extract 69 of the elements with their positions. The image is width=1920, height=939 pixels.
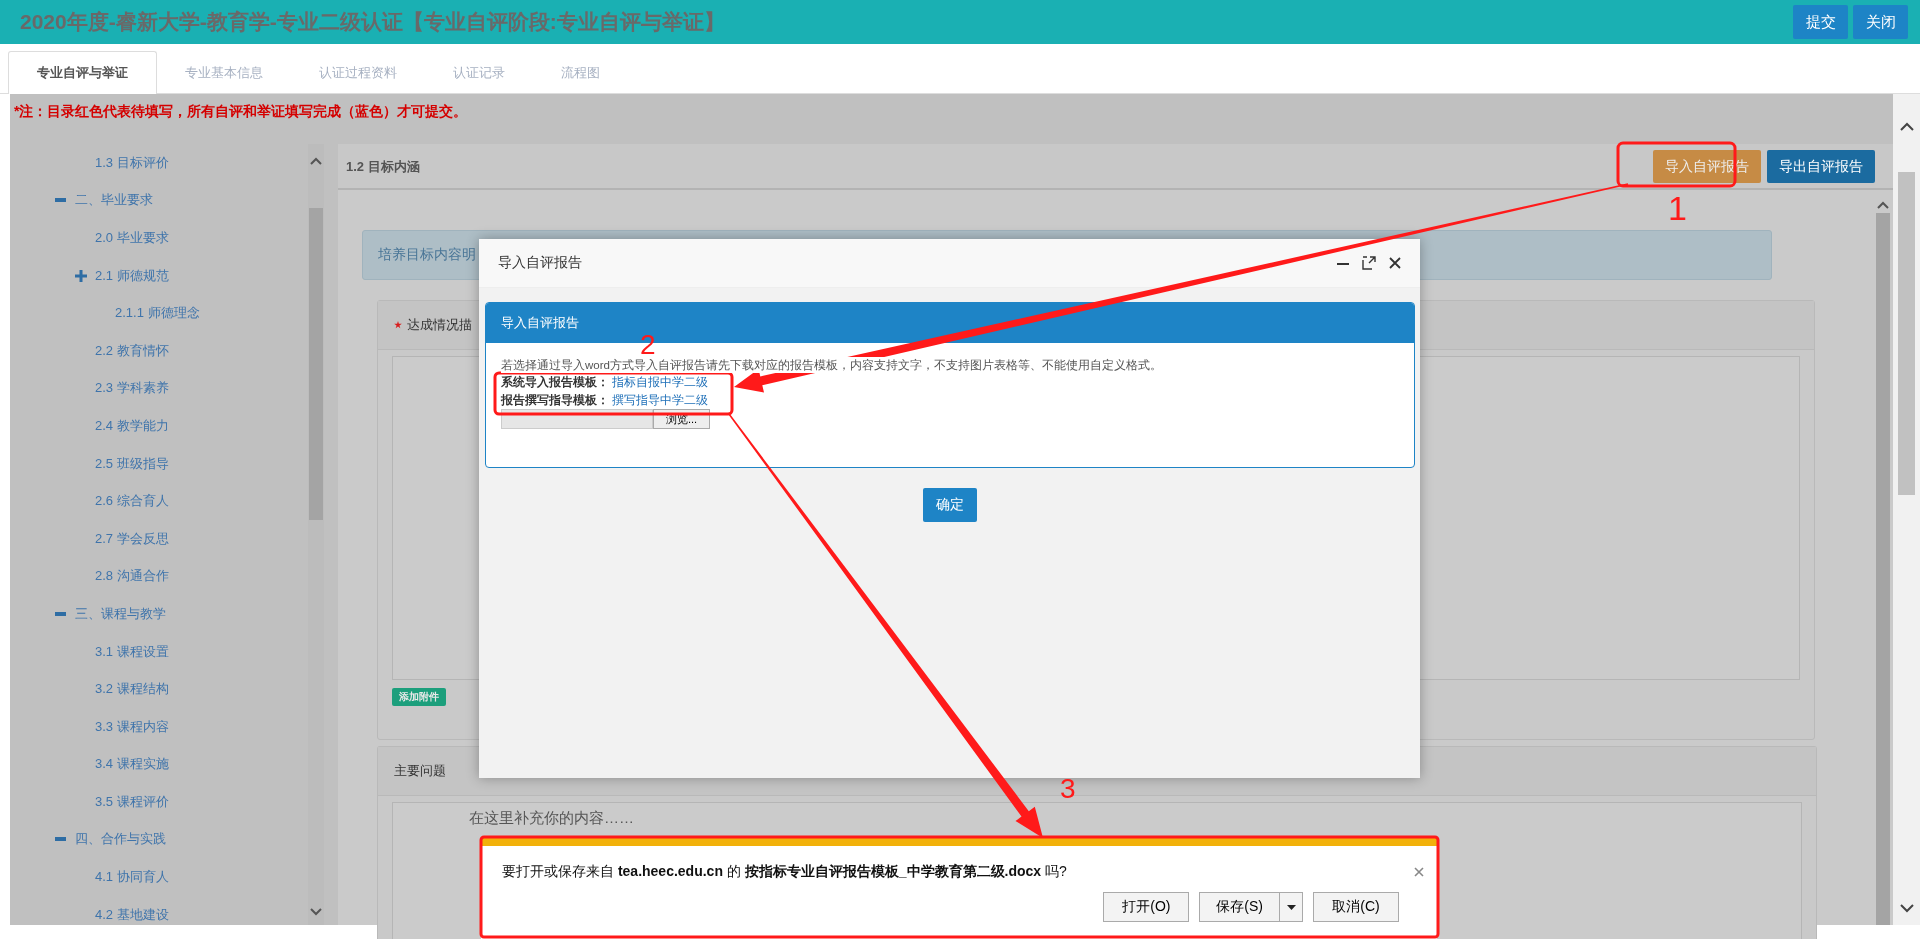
- tab[interactable]: 认证记录: [425, 51, 533, 94]
- tab[interactable]: 认证过程资料: [291, 51, 425, 94]
- maximize-icon[interactable]: [1362, 256, 1376, 270]
- tree-item[interactable]: 2.7 学会反思: [95, 529, 169, 548]
- close-icon[interactable]: [1388, 256, 1402, 270]
- tree-item[interactable]: 2.0 毕业要求: [95, 229, 169, 247]
- dialog-button[interactable]: 保存(S): [1199, 892, 1280, 922]
- tree-item[interactable]: 3.1 课程设置: [95, 642, 169, 661]
- dropdown-button[interactable]: [1280, 892, 1303, 922]
- tree-item[interactable]: 2.3 学科素养: [95, 379, 169, 398]
- tab[interactable]: 流程图: [533, 51, 628, 94]
- tree-item[interactable]: 2.8 沟通合作: [95, 567, 169, 586]
- scroll-thumb[interactable]: [1898, 172, 1915, 495]
- page-title: 2020年度-睿新大学-教育学-专业二级认证【专业自评阶段:专业自评与举证】: [20, 9, 725, 35]
- collapse-icon[interactable]: [55, 611, 66, 616]
- scroll-up-icon[interactable]: [309, 156, 323, 166]
- tree-item[interactable]: 2.1 师德规范: [95, 266, 169, 285]
- scroll-down-icon[interactable]: [1898, 903, 1915, 915]
- tree-item[interactable]: 二、毕业要求: [75, 191, 153, 210]
- section-title: 1.2 目标内涵: [346, 157, 420, 176]
- scrollbar[interactable]: [1893, 94, 1920, 925]
- tree-item[interactable]: 4.2 基地建设: [95, 905, 169, 924]
- notice-text: *注：目录红色代表待填写，所有自评和举证填写完成（蓝色）才可提交。: [13, 102, 469, 121]
- confirm-button[interactable]: 确定: [923, 488, 977, 522]
- action-button[interactable]: 导入自评报告: [1653, 150, 1761, 183]
- scroll-up-icon[interactable]: [1898, 120, 1915, 132]
- tree-item[interactable]: 3.4 课程实施: [95, 755, 169, 774]
- template-link[interactable]: 撰写指导中学二级: [612, 394, 709, 406]
- dialog-button[interactable]: 打开(O): [1103, 892, 1190, 922]
- dialog-button[interactable]: 取消(C): [1313, 892, 1399, 922]
- tree-item[interactable]: 3.2 课程结构: [95, 680, 169, 699]
- scroll-up-icon[interactable]: [1876, 200, 1890, 210]
- annotation-number: 1: [1668, 189, 1687, 227]
- collapse-icon[interactable]: [55, 198, 66, 203]
- tree-item[interactable]: 3.5 课程评价: [95, 792, 169, 811]
- dialog-title: 导入自评报告: [498, 254, 582, 272]
- template-label: 系统导入报告模板：: [501, 376, 609, 388]
- tree-item[interactable]: 2.1.1 师德理念: [115, 304, 200, 323]
- expand-icon[interactable]: [75, 269, 87, 282]
- header-button[interactable]: 提交: [1793, 5, 1848, 39]
- tab[interactable]: 专业自评与举证: [8, 51, 157, 94]
- tab[interactable]: 专业基本信息: [157, 51, 291, 94]
- tree-item[interactable]: 2.5 班级指导: [95, 454, 169, 473]
- tree-item[interactable]: 三、课程与教学: [75, 604, 166, 623]
- tree-item[interactable]: 2.4 教学能力: [95, 416, 169, 435]
- scroll-thumb[interactable]: [1876, 213, 1890, 925]
- tree-item[interactable]: 四、合作与实践: [75, 830, 166, 849]
- tree-item[interactable]: 2.6 综合育人: [95, 492, 169, 511]
- scroll-down-icon[interactable]: [309, 907, 323, 917]
- download-message: 要打开或保存来自 tea.heec.edu.cn 的 按指标专业自评报告模板_中学教育第二级.docx 吗?: [502, 863, 1067, 881]
- card-title: 达成情况描: [407, 316, 472, 334]
- attach-button[interactable]: 添加附件: [392, 688, 446, 706]
- tree-item[interactable]: 1.3 目标评价: [95, 153, 169, 172]
- action-button[interactable]: 导出自评报告: [1767, 150, 1875, 183]
- scroll-thumb[interactable]: [309, 208, 323, 520]
- annotation-number: 3: [1060, 773, 1076, 804]
- template-label: 报告撰写指导模板：: [501, 394, 609, 406]
- tree-item[interactable]: 4.1 协同育人: [95, 868, 169, 887]
- tree-item[interactable]: 3.3 课程内容: [95, 717, 169, 736]
- card-title: 主要问题: [394, 762, 446, 780]
- panel-title: 导入自评报告: [501, 314, 579, 332]
- info-text: 培养目标内容明: [378, 246, 476, 264]
- template-link[interactable]: 指标自报中学二级: [612, 376, 709, 388]
- caret-icon: [1286, 904, 1296, 910]
- collapse-icon[interactable]: [55, 837, 66, 842]
- tree-item[interactable]: 2.2 教育情怀: [95, 341, 169, 360]
- scrollbar[interactable]: [308, 144, 324, 925]
- header-button[interactable]: 关闭: [1853, 5, 1908, 39]
- content-text: 在这里补充你的内容……: [469, 809, 634, 826]
